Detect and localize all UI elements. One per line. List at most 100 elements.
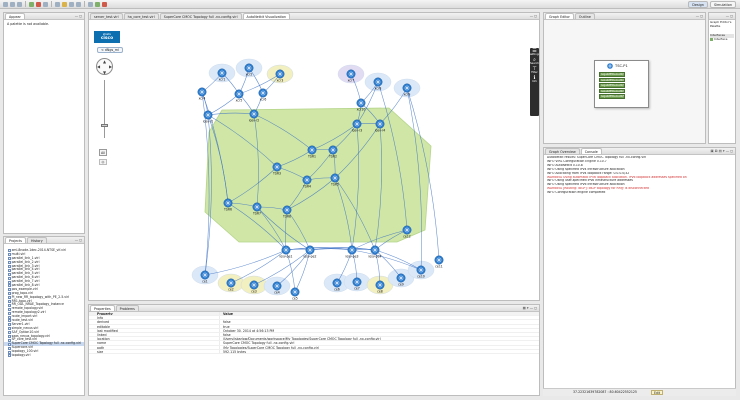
zoom-slider-track[interactable] xyxy=(104,80,105,138)
tab-appear[interactable]: Appear xyxy=(5,13,25,19)
router-label: ce11 xyxy=(435,265,443,269)
palette-item[interactable]: ℹ Info xyxy=(532,76,537,84)
pan-up-icon[interactable]: ▲ xyxy=(103,59,106,64)
search-icon[interactable] xyxy=(55,1,60,7)
router-node-TSR6[interactable]: TSR6 xyxy=(223,198,233,212)
tab-graph-overview[interactable]: Graph Overview xyxy=(545,148,580,154)
node-card[interactable]: TSC-P1 GigabitEthernet0/1 GigabitEthernet… xyxy=(594,60,649,108)
interface-port[interactable]: GigabitEthernet0/4 xyxy=(599,88,625,94)
minimize-icon[interactable]: — ◻ xyxy=(696,14,703,18)
topology-diagram[interactable]: xcr1 xcr2 xcr3 xcr4 xcr5 xcr6 iosv-r1 iosv-r2 xc… xyxy=(89,20,539,300)
outline-item-palette[interactable]: Graph Editor's Palette xyxy=(710,20,734,28)
perspective-simulation[interactable]: Simulation xyxy=(709,1,736,8)
interface-port[interactable]: GigabitEthernet0/3 xyxy=(599,83,625,88)
run-icon[interactable] xyxy=(29,1,34,7)
router-node-TSR8[interactable]: TSR8 xyxy=(282,205,292,219)
router-node-xcr7[interactable]: xcr7 xyxy=(346,69,356,83)
router-node-iosv-r3[interactable]: iosv-r3 xyxy=(352,119,363,133)
file-icon xyxy=(8,288,11,292)
router-node-ce11[interactable]: ce11 xyxy=(434,255,444,269)
save-icon[interactable] xyxy=(10,1,15,7)
minimize-icon[interactable]: — ◻ xyxy=(75,14,82,18)
reset-view-icon[interactable]: ◎ xyxy=(99,159,107,165)
tab-problems[interactable]: Problems xyxy=(115,305,139,311)
fit-all-button[interactable]: All xyxy=(99,149,107,156)
router-node-TSR7[interactable]: TSR7 xyxy=(252,202,262,216)
router-node-iosv-r4[interactable]: iosv-r4 xyxy=(375,119,386,133)
pan-down-icon[interactable]: ▼ xyxy=(103,70,106,75)
interface-port[interactable]: GigabitEthernet0/1 xyxy=(599,72,625,77)
perspective-design[interactable]: Design xyxy=(688,1,708,8)
tab-outline[interactable]: Outline xyxy=(574,13,595,19)
stop-simulation-icon[interactable] xyxy=(102,1,107,7)
router-node-xcr9[interactable]: xcr9 xyxy=(402,83,412,97)
router-label: ce2 xyxy=(228,288,234,292)
pan-right-icon[interactable]: ▶ xyxy=(109,64,112,69)
project-file-item[interactable]: topology.virl xyxy=(4,353,84,358)
palette-item[interactable]: ⊤ Filter xyxy=(531,67,537,75)
debug-icon[interactable] xyxy=(43,1,48,7)
layout-icon[interactable] xyxy=(88,1,93,7)
back-icon[interactable] xyxy=(69,1,74,7)
router-node-TSR5[interactable]: TSR5 xyxy=(330,173,340,187)
zoom-slider-thumb[interactable] xyxy=(101,124,108,127)
warning-icon[interactable] xyxy=(62,1,67,7)
new-icon[interactable] xyxy=(3,1,8,7)
router-node-iosv-r1[interactable]: iosv-r1 xyxy=(203,110,214,124)
tab-projects[interactable]: Projects xyxy=(5,237,26,243)
console-controls-icon[interactable]: ▣ ⊠ ▤ ▾ — ◻ xyxy=(710,149,733,153)
router-node-ce5[interactable]: ce5 xyxy=(290,287,300,300)
router-node-xcr5[interactable]: xcr5 xyxy=(234,89,244,103)
pan-left-icon[interactable]: ◀ xyxy=(97,64,100,69)
palette-item[interactable]: ⌕ Search xyxy=(530,58,539,66)
properties-controls-icon[interactable]: ▦ ▾ — ◻ xyxy=(523,306,537,310)
router-node-xcr1[interactable]: xcr1 xyxy=(217,68,227,82)
stop-icon[interactable] xyxy=(36,1,41,7)
editor-tab[interactable]: server_test.virl xyxy=(90,13,123,19)
interface-port[interactable]: GigabitEthernet0/2 xyxy=(599,77,625,83)
router-node-TSR1[interactable]: TSR1 xyxy=(307,145,317,159)
breadcrumb[interactable]: < dNgs_ml xyxy=(97,47,123,53)
pan-control[interactable]: ▲ ▼ ◀ ▶ xyxy=(96,58,113,75)
editor-tab[interactable]: ha_core_test.virl xyxy=(123,13,159,19)
editor-tab[interactable]: AutoNetkit Visualization xyxy=(242,13,290,19)
router-label: iosv-r1 xyxy=(203,120,214,124)
outline-item-interface[interactable]: Interface xyxy=(710,37,734,42)
router-label: xcr3 xyxy=(277,79,284,83)
router-node-TSR3[interactable]: TSR3 xyxy=(272,162,282,176)
router-label: TSR7 xyxy=(252,212,261,216)
router-node-xcr10[interactable]: xcr10 xyxy=(356,98,366,112)
router-node-xcr2[interactable]: xcr2 xyxy=(244,63,254,77)
router-node-iosv-r2[interactable]: iosv-r2 xyxy=(249,109,260,123)
visualization-canvas[interactable]: xcr1 xcr2 xcr3 xcr4 xcr5 xcr6 iosv-r1 iosv-r2 xc… xyxy=(89,20,539,300)
file-icon xyxy=(8,331,11,335)
tab-history[interactable]: History xyxy=(27,237,47,243)
router-node-ce12[interactable]: ce12 xyxy=(402,225,412,239)
router-node-TSR2[interactable]: TSR2 xyxy=(328,145,338,159)
graph-editor-canvas[interactable]: TSC-P1 GigabitEthernet0/1 GigabitEthernet… xyxy=(544,20,705,143)
property-key: Info xyxy=(97,316,104,320)
tab-graph-editor[interactable]: Graph Editor xyxy=(545,13,574,19)
launch-simulation-icon[interactable] xyxy=(95,1,100,7)
print-icon[interactable] xyxy=(17,1,22,7)
file-icon xyxy=(8,284,11,288)
router-node-xcr6[interactable]: xcr6 xyxy=(258,88,268,102)
router-node-xcr4[interactable]: xcr4 xyxy=(197,87,207,101)
minimize-icon[interactable]: — ◻ xyxy=(530,14,537,18)
router-node-iosv-pe4[interactable]: iosv-pe4 xyxy=(368,245,382,259)
router-node-xcr3[interactable]: xcr3 xyxy=(275,69,285,83)
router-label: ce4 xyxy=(274,291,280,295)
tab-properties[interactable]: Properties xyxy=(90,305,115,311)
router-node-ce10[interactable]: ce10 xyxy=(416,265,426,279)
minimize-icon[interactable]: — ◻ xyxy=(726,14,733,18)
property-row[interactable]: size 592,115 bytes xyxy=(89,349,539,354)
router-node-xcr8[interactable]: xcr8 xyxy=(373,77,383,91)
router-node-TSR4[interactable]: TSR4 xyxy=(302,175,312,189)
forward-icon[interactable] xyxy=(76,1,81,7)
file-icon xyxy=(8,315,11,319)
tab-console[interactable]: Console xyxy=(580,148,602,154)
editor-tab[interactable]: SuperCore CMOC Topology full -nx-config.… xyxy=(159,13,242,19)
interface-port[interactable]: GigabitEthernet0/5 xyxy=(599,94,625,99)
palette-item[interactable]: ☰ Settings xyxy=(529,49,539,57)
minimize-icon[interactable]: — ◻ xyxy=(75,238,82,242)
